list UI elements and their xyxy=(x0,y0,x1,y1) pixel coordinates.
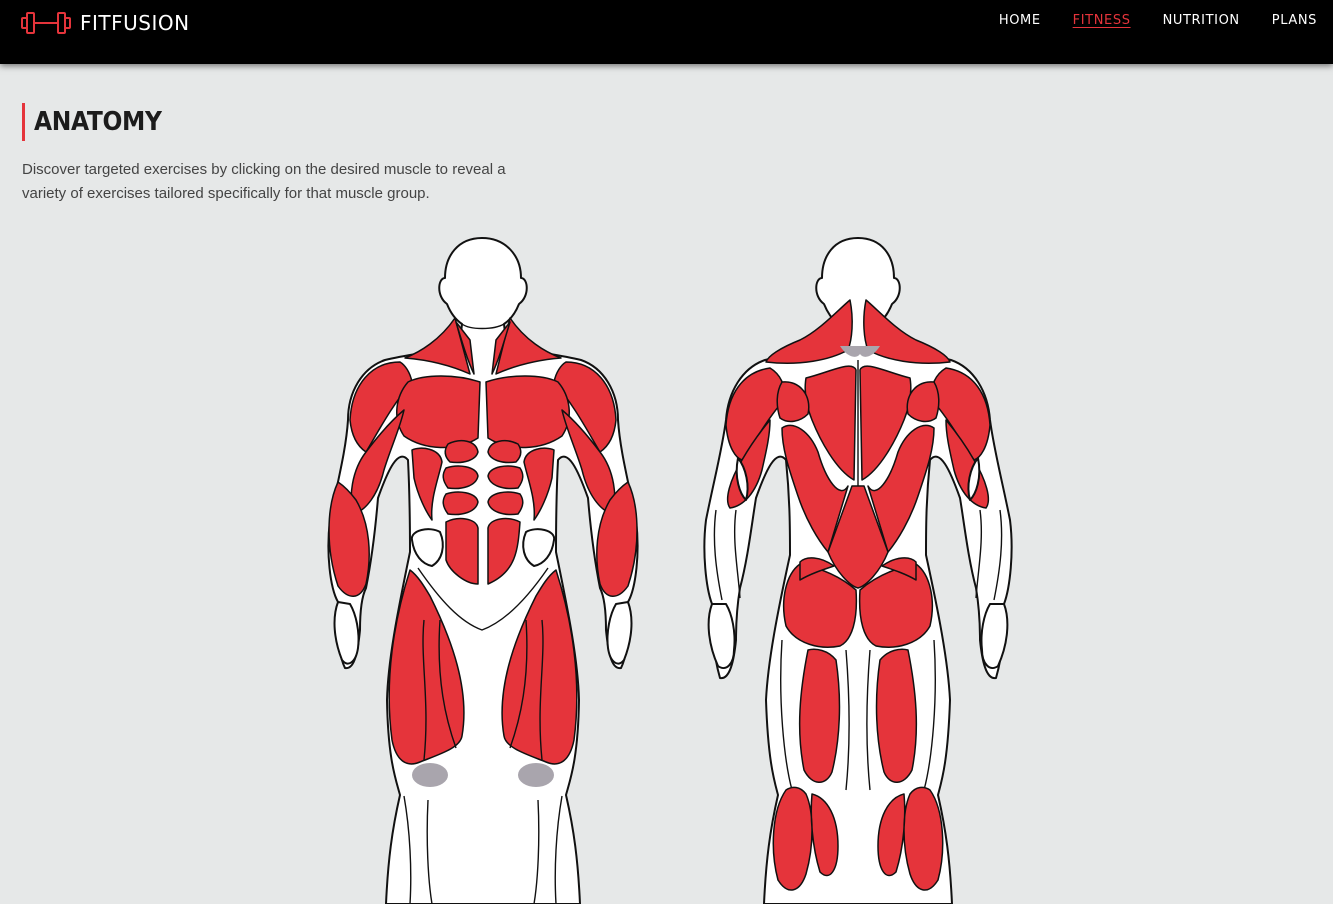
back-hand-right xyxy=(980,603,1009,669)
intro-text: Discover targeted exercises by clicking … xyxy=(22,161,506,202)
front-knee-right xyxy=(518,763,554,787)
front-knee-left xyxy=(412,763,448,787)
front-body-outline xyxy=(327,237,639,904)
front-pectoral-right[interactable] xyxy=(485,375,570,449)
page-heading: ANATOMY xyxy=(22,103,176,141)
back-hand-left xyxy=(707,603,736,669)
nav-nutrition[interactable]: NUTRITION xyxy=(1163,13,1240,28)
front-body-figure xyxy=(327,237,639,904)
front-abs-1r[interactable] xyxy=(487,439,522,464)
back-body-figure xyxy=(703,237,1013,904)
top-navbar: FITFUSION HOME FITNESS NUTRITION PLANS xyxy=(0,0,1333,64)
back-trapezius-left[interactable] xyxy=(765,299,853,364)
nav-fitness[interactable]: FITNESS xyxy=(1073,13,1131,28)
nav-plans[interactable]: PLANS xyxy=(1272,13,1317,28)
back-hamstring-right[interactable] xyxy=(875,648,918,783)
dumbbell-icon xyxy=(21,12,71,34)
brand-name: FITFUSION xyxy=(80,11,190,35)
page-title: ANATOMY xyxy=(34,107,162,137)
anatomy-diagram xyxy=(327,237,1013,904)
brand-logo-link[interactable]: FITFUSION xyxy=(20,9,190,37)
nav-home[interactable]: HOME xyxy=(999,13,1041,28)
back-hamstring-left[interactable] xyxy=(798,648,841,783)
main-nav: HOME FITNESS NUTRITION PLANS xyxy=(967,13,1317,28)
front-pectoral-left[interactable] xyxy=(396,375,481,449)
back-trapezius-right[interactable] xyxy=(863,299,951,364)
front-abs-1l[interactable] xyxy=(444,439,479,464)
